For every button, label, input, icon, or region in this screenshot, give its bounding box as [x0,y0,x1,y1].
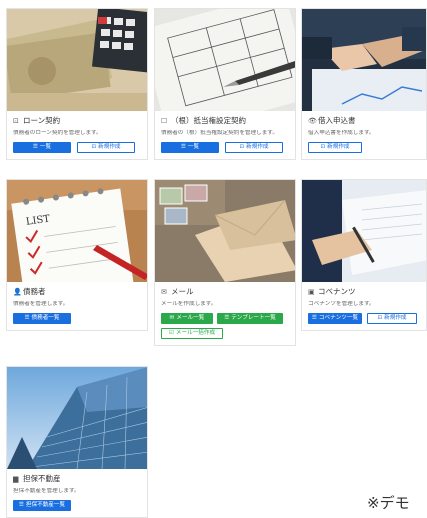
new-icon: ⊡ [239,144,245,150]
list-icon: ☰ [311,315,317,321]
loan-new-button[interactable]: ⊡ 新規作成 [77,142,135,153]
mortgage-list-button[interactable]: ☰ 一覧 [161,142,219,153]
money-calculator-image [7,9,147,111]
card-loan-application: 👁 借入申込書 借入申込書を作成します。 ⊡ 新規作成 [301,8,427,160]
user-icon: 👤 [13,288,22,296]
card-title: 👁 借入申込書 [308,116,356,125]
mail-small-icon: ✉ [169,315,175,321]
card-description: 借入申込書を作成します。 [308,130,375,136]
new-icon: ⊡ [91,144,97,150]
card-loan-contract: ⊡ ローン契約 債務者のローン契約を管理します。 ☰ 一覧 ⊡ 新規作成 [6,8,148,160]
mortgage-new-button[interactable]: ⊡ 新規作成 [225,142,283,153]
list-icon: ☰ [224,315,230,321]
eye-icon: 👁 [308,117,317,125]
covenant-new-button[interactable]: ⊡ 新規作成 [367,313,417,324]
card-mail: ✉ メール メールを作成します。 ✉ メール一覧 ☰ テンプレート一覧 ☑ メール一括… [154,179,296,346]
card-description: 担保不動産を管理します。 [13,488,80,494]
card-title: 👤 債務者 [13,287,46,296]
card-title: ☐ （根）抵当権設定契約 [161,116,246,125]
envelopes-image [155,180,295,282]
clipboard-icon: ▣ [308,288,315,296]
card-mortgage-contract: ☐ （根）抵当権設定契約 債務者の（根）抵当権設定契約を管理します。 ☰ 一覧 ⊡… [154,8,296,160]
loan-list-button[interactable]: ☰ 一覧 [13,142,71,153]
card-title: ✉ メール [161,287,194,296]
signing-document-image [302,180,426,282]
card-debtor: LIST 👤 債務者 債務者を管理します。 ☰ 債務者一覧 [6,179,148,331]
mail-bulk-create-button[interactable]: ☑ メール一括作成 [161,328,223,339]
card-covenants: ▣ コベナンツ コベナンツを管理します。 ☰ コベナンツ一覧 ⊡ 新規作成 [301,179,427,331]
card-description: メールを作成します。 [161,301,217,307]
list-icon: ☰ [180,144,186,150]
card-description: 債務者のローン契約を管理します。 [13,130,102,136]
mail-icon: ✉ [161,288,167,296]
covenant-list-button[interactable]: ☰ コベナンツ一覧 [308,313,362,324]
list-icon: ☰ [32,144,38,150]
document-icon: ⊡ [13,117,19,125]
card-description: 債務者を管理します。 [13,301,69,307]
list-icon: ☰ [18,502,24,508]
new-icon: ⊡ [320,144,326,150]
demo-note: ※デモ [367,494,410,512]
card-collateral-real-estate: ▆ 担保不動産 担保不動産を管理します。 ☰ 担保不動産一覧 [6,366,148,518]
edit-icon: ☑ [168,330,174,336]
card-title: ▆ 担保不動産 [13,474,61,483]
list-icon: ☰ [24,315,30,321]
bookmark-icon: ☐ [161,117,168,125]
card-description: コベナンツを管理します。 [308,301,375,307]
handshake-image [302,9,426,111]
card-title: ⊡ ローン契約 [13,116,61,125]
card-description: 債務者の（根）抵当権設定契約を管理します。 [161,130,278,136]
template-list-button[interactable]: ☰ テンプレート一覧 [217,313,283,324]
new-icon: ⊡ [377,315,383,321]
building-image [7,367,147,469]
form-pen-image [155,9,295,111]
mail-list-button[interactable]: ✉ メール一覧 [161,313,213,324]
building-icon: ▆ [13,475,19,483]
collateral-list-button[interactable]: ☰ 担保不動産一覧 [13,500,71,511]
application-new-button[interactable]: ⊡ 新規作成 [308,142,362,153]
debtor-list-button[interactable]: ☰ 債務者一覧 [13,313,71,324]
card-title: ▣ コベナンツ [308,287,356,296]
checklist-image: LIST [7,180,147,282]
